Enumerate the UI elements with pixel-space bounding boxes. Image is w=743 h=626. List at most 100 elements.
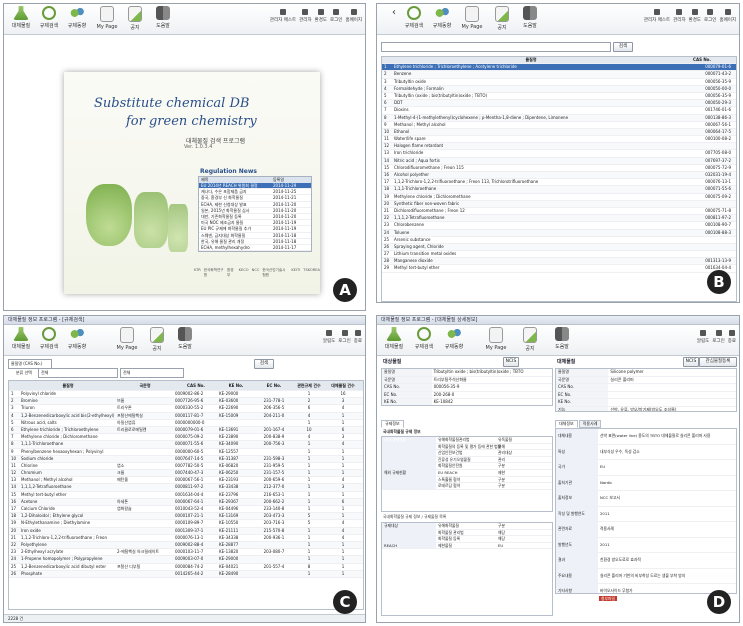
exit-link[interactable]: 종료 <box>354 330 362 344</box>
table-row[interactable]: 23 Chlorobenzene 000108-90-7 <box>382 222 736 230</box>
table-row[interactable]: 18 1,2-Dihaloidol ; Ethylene glycol 000010… <box>9 513 363 521</box>
table-row[interactable]: 16 Acetone 아세톤 0000067-64-1 KE-29367 200-662-… <box>9 498 363 506</box>
table-row[interactable]: 15 Methyl tert-butyl ether 0001634-04-4 KE-… <box>9 492 363 499</box>
environment-link[interactable]: 환경도 <box>689 9 701 23</box>
table-row[interactable]: 23 2-Ethylhexyl acrylate 2-에틸헥실 아크릴레이트 0000… <box>9 549 363 557</box>
table-row[interactable]: 10 Sodium chloride 0007647-14-5 KE-31387 231… <box>9 455 363 463</box>
table-row[interactable]: 14 Nitric acid ; Aqua fortis 007697-37-2 <box>382 157 736 165</box>
toolbar-regulation-trend-button[interactable]: 규제동향 <box>429 6 455 29</box>
admin-test-link[interactable]: 관리자 매스트 <box>270 9 296 23</box>
search-button[interactable]: 검색 <box>254 359 274 369</box>
table-row[interactable]: 13 Iron trichloride 007705-08-0 <box>382 150 736 158</box>
table-row[interactable]: 27 Lithium transition metal oxides <box>382 251 736 259</box>
toolbar-regulation-search-button[interactable]: 규제검색 <box>411 327 437 350</box>
table-row[interactable]: 11 Chlorine 염소 0007782-50-5 KE-06820 231-959-… <box>9 463 363 471</box>
toolbar-regulation-search-button[interactable]: 규제검색 <box>36 327 62 350</box>
toolbar-help-button[interactable]: 도움말 <box>172 327 198 350</box>
table-row[interactable]: 8 1,1,1-Trichloroethane 0000071-55-6 KE-340… <box>9 441 363 449</box>
environment-link[interactable]: 환경도 <box>315 9 327 23</box>
table-row[interactable]: 9 Methanol ; Methyl alcohol 000067-56-1 <box>382 122 736 129</box>
toolbar-substitute-button[interactable]: 규제검색 <box>401 6 427 29</box>
table-row[interactable]: 4 1,2-Benzenedicarboxylic acid bis(2-ethy… <box>9 412 363 420</box>
table-row[interactable]: 7 Methylene chloride ; Dichloromethane 000… <box>9 434 363 442</box>
table-row[interactable]: 26 Spraying agent, Chloride <box>382 243 736 252</box>
table-row[interactable]: 16 Alcohol polyether 032031-19-4 <box>382 172 736 180</box>
table-row[interactable]: 6 Ethylene trichloride ; Trichloroethylen… <box>9 426 363 435</box>
news-item[interactable]: ECHA, methylhexahydro 2014-11-17 <box>199 245 311 252</box>
toolbar-regulation-trend-button[interactable]: 규제동향 <box>441 327 467 350</box>
table-row[interactable]: 29 Methyl tert-butyl ether 001634-04-4 <box>382 265 736 273</box>
login-link[interactable]: 로그인 <box>330 9 342 23</box>
toolbar-substitute-button[interactable]: 대체물질 <box>381 327 407 350</box>
table-row[interactable]: 17 1,1,2-Trichloro-1,2,2-trifluoroethane … <box>382 179 736 187</box>
table-row[interactable]: 3 Triuron 트리우론 0000330-55-2 KE-22690 206-356-… <box>9 405 363 413</box>
table-row[interactable]: 12 Chromium 크롬 0007440-47-3 KE-06250 231-157-… <box>9 470 363 478</box>
table-row[interactable]: 10 Ethanol 000064-17-5 <box>382 128 736 137</box>
table-row[interactable]: 19 N-Ethylethanamine ; Diethylamine 000010… <box>9 520 363 528</box>
table-row[interactable]: 28 Manganese dioxide 001313-13-9 <box>382 258 736 266</box>
filter-category-select[interactable]: 전체 <box>38 368 118 378</box>
toolbar-notice-button[interactable]: 공지 <box>144 327 170 352</box>
table-row[interactable]: 4 Formaldehyde ; Formalin 000050-00-0 <box>382 85 736 93</box>
tab-case[interactable]: 적용사례 <box>578 420 602 428</box>
login-link[interactable]: 로그인 <box>338 330 351 344</box>
ncis-button-right[interactable]: NCIS <box>683 357 699 367</box>
table-row[interactable]: 21 1,1,2-Trichloro-1,2,2-trifluoroethane … <box>9 535 363 542</box>
admin-test-link[interactable]: 관리자 매스트 <box>644 9 670 23</box>
table-row[interactable]: 19 Methylene chloride ; Dichloromethane 00… <box>382 194 736 201</box>
table-row[interactable]: 24 1-Propene homopolymer ; Polypropylene 0… <box>9 556 363 564</box>
toolbar-regulation-trend-button[interactable]: 규제동향 <box>64 6 90 29</box>
toolbar-mypage-button[interactable]: My Page <box>94 6 120 30</box>
search-input[interactable] <box>381 42 611 52</box>
toolbar-regulation-trend-button[interactable]: 규제동향 <box>64 327 90 350</box>
exit-link[interactable]: 종료 <box>728 330 736 344</box>
ncis-button-left[interactable]: NCIS <box>503 357 519 367</box>
table-row[interactable]: 6 DDT 000050-29-3 <box>382 100 736 108</box>
table-row[interactable]: 7 Dioxins 001746-01-6 <box>382 107 736 115</box>
toolbar-substitute-button[interactable]: 대체물질 <box>8 6 34 29</box>
table-row[interactable]: 1 Polyvinyl chloride 0009002-86-2 KE-29000 1… <box>9 391 363 399</box>
table-row[interactable]: 8 1-Methyl-4-(1-methylethenyl)cyclohexene… <box>382 114 736 122</box>
toolbar-help-button[interactable]: 도움말 <box>549 327 575 350</box>
toolbar-regulation-search-button[interactable]: 규제검색 <box>36 6 62 29</box>
table-row[interactable]: 21 Dichlorodifluoromethane ; Freon 12 0000… <box>382 208 736 216</box>
table-row[interactable]: 14 1,1,1,2-Tetrafluoroethane 0000811-97-2 K… <box>9 484 363 492</box>
admin-link[interactable]: 관리자 <box>299 9 312 23</box>
table-row[interactable]: 5 Nitrous acid, salts 아질산염류 0000000000-0 1 1 <box>9 420 363 427</box>
table-row[interactable]: 2 Bromine 브롬 0007726-95-6 KE-03600 231-778-1 2… <box>9 398 363 406</box>
filter-subcategory-select[interactable]: 전체 <box>120 368 184 378</box>
table-row[interactable]: 13 Methanol ; Methyl alcohol 메탄올 0000067-56… <box>9 477 363 485</box>
table-row[interactable]: 24 Toluene 000108-88-3 <box>382 229 736 237</box>
table-row[interactable]: 22 Polyethylene 0009002-88-4 KE-28877 1 1 <box>9 541 363 550</box>
tab-substitute-info[interactable]: 대체정보 <box>555 420 578 428</box>
notify-link[interactable]: 알림도 <box>697 330 709 344</box>
search-button[interactable]: 검색 <box>613 42 633 52</box>
table-row[interactable]: 9 Phenylbenzene hexaoxyhexan ; Polyvinyl 0… <box>9 449 363 456</box>
table-row[interactable]: 3 Tributyltin oxide 000056-35-9 <box>382 79 736 86</box>
toolbar-notice-button[interactable]: 공지 <box>122 6 148 31</box>
notify-link[interactable]: 알림도 <box>323 330 335 344</box>
table-row[interactable]: 20 Synthetic fiber non-woven fabric <box>382 200 736 208</box>
register-interest-button[interactable]: 관심물질등록 <box>699 357 737 367</box>
toolbar-mypage-button[interactable]: My Page <box>114 327 140 351</box>
table-row[interactable]: 15 Chlorodifluoromethane ; Freon 115 00007… <box>382 165 736 172</box>
toolbar-notice-button[interactable]: 공지 <box>489 6 515 31</box>
table-row[interactable]: 17 Calcium Chloride 염화칼슘 0010043-52-4 KE-044… <box>9 506 363 514</box>
home-link[interactable]: 홈페이지 <box>345 9 362 23</box>
login-link[interactable]: 로그인 <box>712 330 725 344</box>
toolbar-help-button[interactable]: 도움말 <box>517 6 543 29</box>
tab-regulation[interactable]: 규제정보 <box>381 420 404 428</box>
toolbar-substitute-button[interactable]: 대체물질 <box>8 327 34 350</box>
home-link[interactable]: 홈페이지 <box>719 9 736 23</box>
table-row[interactable]: 11 Water/life spare 000100-08-2 <box>382 136 736 144</box>
toolbar-help-button[interactable]: 도움말 <box>150 6 176 29</box>
table-row[interactable]: 25 1,2-Benzenedicarboxylic acid dibutyl e… <box>9 564 363 571</box>
admin-link[interactable]: 관리자 <box>673 9 686 23</box>
table-row[interactable]: 20 Iron oxide 0001309-37-1 KE-21111 215-570-… <box>9 527 363 535</box>
table-row[interactable]: 25 Arsenic substance <box>382 237 736 244</box>
toolbar-notice-button[interactable]: 공지 <box>517 327 543 352</box>
toolbar-mypage-button[interactable]: My Page <box>483 327 509 351</box>
table-row[interactable]: 26 Phosphate 0014265-44-2 KE-28490 1 1 <box>9 570 363 578</box>
login-link[interactable]: 로그인 <box>704 9 716 23</box>
table-row[interactable]: 5 Tributyltin (oxide ; bis(tributyltin)ox… <box>382 93 736 101</box>
